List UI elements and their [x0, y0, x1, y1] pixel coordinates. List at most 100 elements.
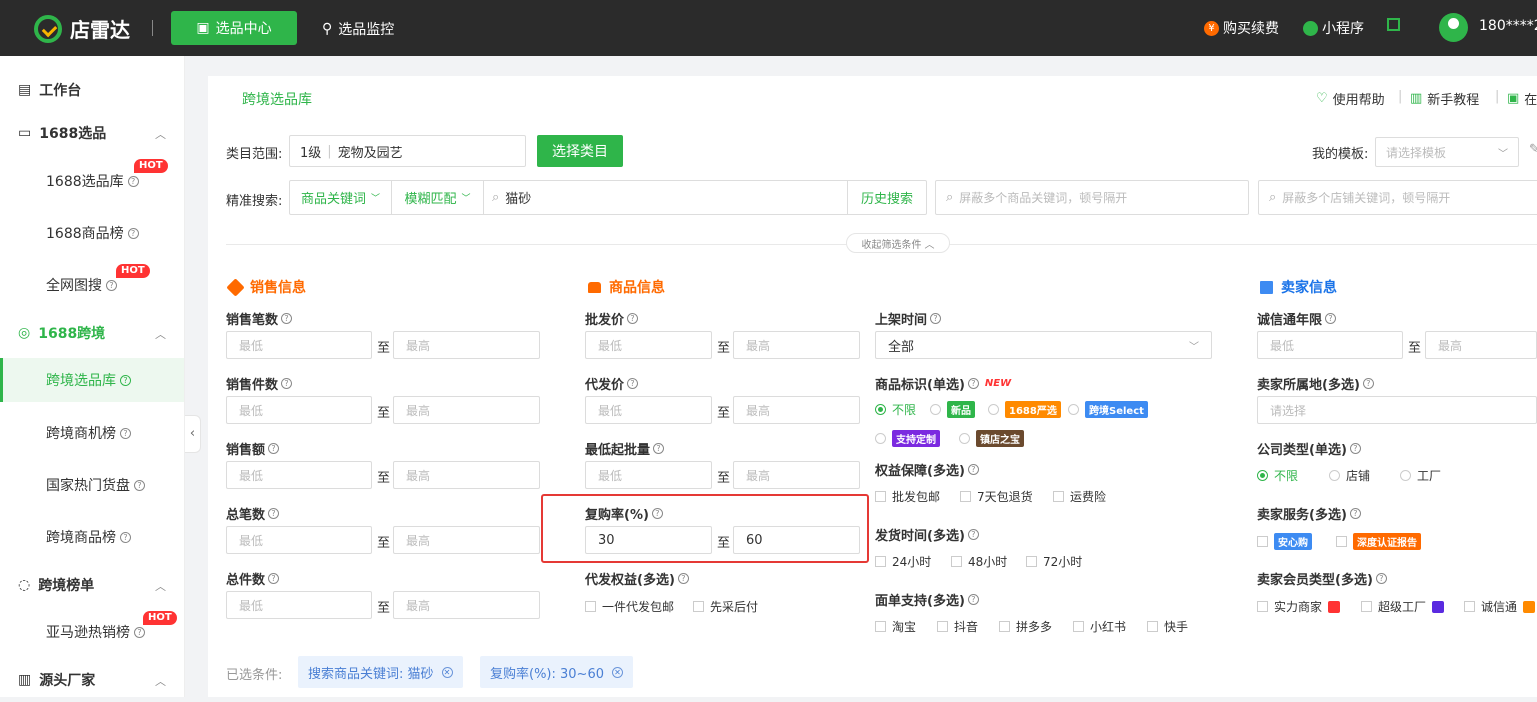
sidebar-collapse-button[interactable]: ‹	[185, 415, 201, 453]
sidebar-item-cross-biz[interactable]: 跨境商机榜?	[0, 411, 184, 455]
checkbox-option[interactable]: 批发包邮	[875, 488, 940, 505]
chevron-up-icon[interactable]: ︿	[155, 673, 166, 689]
buy-renew-link[interactable]: ¥ 购买续费	[1204, 18, 1279, 38]
radio	[959, 433, 970, 444]
max-input[interactable]: 最高	[393, 331, 540, 359]
block-shop-input[interactable]: ⌕ 屏蔽多个店铺关键词，顿号隔开	[1258, 180, 1537, 215]
checkbox-option[interactable]: 诚信通	[1464, 598, 1536, 615]
max-input[interactable]: 最高	[733, 396, 860, 424]
keyword-type-select[interactable]: 商品关键词 ﹀	[290, 181, 392, 214]
chevron-down-icon: ﹀	[1498, 148, 1508, 160]
max-input[interactable]: 最高	[1425, 331, 1537, 359]
help-icon: ?	[127, 227, 139, 239]
radio	[1329, 470, 1340, 481]
min-input[interactable]: 最低	[585, 331, 712, 359]
max-input[interactable]: 最高	[733, 331, 860, 359]
max-input[interactable]: 最高	[393, 396, 540, 424]
mini-program-link[interactable]: 小程序	[1303, 18, 1364, 38]
tutorial-link[interactable]: ▥ 新手教程	[1410, 89, 1479, 108]
selected-chip[interactable]: 搜索商品关键词: 猫砂 ✕	[298, 656, 463, 688]
radio-option[interactable]: 跨境Select	[1068, 401, 1148, 418]
checkbox-option[interactable]: 24小时	[875, 553, 931, 570]
block-goods-input[interactable]: ⌕ 屏蔽多个商品关键词，顿号隔开	[935, 180, 1249, 215]
checkbox-option[interactable]: 安心购	[1257, 533, 1312, 550]
radio-option[interactable]: 新品	[930, 401, 975, 418]
category-select[interactable]: 1级 | 宠物及园艺	[289, 135, 526, 167]
fold-filters-button[interactable]: 收起筛选条件 ︿	[846, 233, 950, 253]
sidebar-item-cross-rank[interactable]: 跨境商品榜?	[0, 515, 184, 559]
chevron-up-icon[interactable]: ︿	[155, 326, 166, 342]
history-search-button[interactable]: 历史搜索	[847, 181, 926, 214]
section-sales: 销售信息	[226, 277, 306, 297]
checkbox-option[interactable]: 淘宝	[875, 618, 916, 635]
min-input[interactable]: 最低	[585, 396, 712, 424]
checkbox-option[interactable]: 实力商家	[1257, 598, 1341, 615]
sidebar-item-cross-library[interactable]: 跨境选品库?	[0, 358, 184, 402]
tab-cross-library[interactable]: 跨境选品库	[208, 76, 346, 120]
checkbox-option[interactable]: 抖音	[937, 618, 978, 635]
checkbox-option[interactable]: 快手	[1147, 618, 1188, 635]
avatar[interactable]	[1439, 13, 1468, 42]
help-link[interactable]: ♡ 使用帮助	[1316, 89, 1385, 108]
edit-icon[interactable]	[1387, 18, 1400, 31]
radio-option[interactable]: 不限	[1257, 467, 1298, 484]
sidebar-item-workbench[interactable]: ▤ 工作台	[0, 68, 184, 112]
chevron-up-icon[interactable]: ︿	[155, 126, 166, 142]
radio	[988, 404, 999, 415]
radio-option[interactable]: 不限	[875, 401, 916, 418]
selected-chip[interactable]: 复购率(%): 30~60 ✕	[480, 656, 633, 688]
edit-template-icon[interactable]: ✎	[1529, 142, 1537, 157]
help-icon: ?	[281, 378, 293, 389]
checkbox-option[interactable]: 运费险	[1053, 488, 1106, 505]
logo[interactable]: 店雷达	[34, 14, 130, 43]
checkbox-option[interactable]: 超级工厂	[1361, 598, 1445, 615]
radio-option[interactable]: 镇店之宝	[959, 430, 1024, 447]
sidebar-item-hot-goods[interactable]: 国家热门货盘?	[0, 463, 184, 507]
checkbox-option[interactable]: 拼多多	[999, 618, 1052, 635]
close-icon[interactable]: ✕	[612, 666, 623, 678]
seller-location-select[interactable]: 请选择	[1257, 396, 1537, 424]
radio	[1257, 470, 1268, 481]
min-input[interactable]: 最低	[226, 526, 372, 554]
max-input[interactable]: 最高	[733, 461, 860, 489]
close-icon[interactable]: ✕	[441, 666, 453, 678]
checkbox-option[interactable]: 7天包退货	[960, 488, 1033, 505]
chevron-up-icon[interactable]: ︿	[155, 578, 166, 594]
min-input[interactable]: 最低	[1257, 331, 1403, 359]
max-input[interactable]: 最高	[393, 591, 540, 619]
template-select[interactable]: 请选择模板 ﹀	[1375, 137, 1519, 167]
checkbox-option[interactable]: 48小时	[951, 553, 1007, 570]
min-input[interactable]: 最低	[226, 591, 372, 619]
nav-product-monitor[interactable]: ⚲ 选品监控	[322, 19, 394, 39]
min-input[interactable]: 最低	[226, 331, 372, 359]
radio-option[interactable]: 支持定制	[875, 430, 940, 447]
radio-option[interactable]: 1688严选	[988, 401, 1061, 418]
max-input[interactable]: 最高	[393, 526, 540, 554]
checkbox-option[interactable]: 72小时	[1026, 553, 1082, 570]
min-input[interactable]: 最低	[226, 396, 372, 424]
checkbox-option[interactable]: 深度认证报告	[1336, 533, 1421, 550]
chevron-down-icon: ﹀	[1189, 341, 1199, 353]
listing-time-select[interactable]: 全部 ﹀	[875, 331, 1212, 359]
online-link[interactable]: ▣ 在	[1507, 89, 1537, 108]
radio-option[interactable]: 工厂	[1400, 467, 1441, 484]
match-type-select[interactable]: 模糊匹配 ﹀	[392, 181, 484, 214]
help-icon: ?	[120, 427, 131, 439]
filter-label: 总件数?	[226, 569, 280, 588]
choose-category-button[interactable]: 选择类目	[537, 135, 623, 167]
sidebar-item-image-search[interactable]: 全网图搜?	[0, 263, 184, 307]
keyword-input[interactable]: ⌕ 猫砂	[484, 188, 847, 207]
checkbox	[1257, 536, 1268, 547]
checkbox-option[interactable]: 先采后付	[693, 598, 758, 615]
user-phone[interactable]: 180****27	[1479, 18, 1537, 34]
checkbox-option[interactable]: 一件代发包邮	[585, 598, 674, 615]
radio-option[interactable]: 店铺	[1329, 467, 1370, 484]
min-input[interactable]: 最低	[585, 461, 712, 489]
max-input[interactable]: 最高	[393, 461, 540, 489]
min-input[interactable]: 最低	[226, 461, 372, 489]
nav-product-center[interactable]: ▣ 选品中心	[171, 11, 297, 45]
chevron-up-icon: ︿	[924, 239, 935, 251]
sidebar-item-1688-rank[interactable]: 1688商品榜?	[0, 211, 184, 255]
help-icon: ?	[1349, 508, 1361, 519]
checkbox-option[interactable]: 小红书	[1073, 618, 1126, 635]
